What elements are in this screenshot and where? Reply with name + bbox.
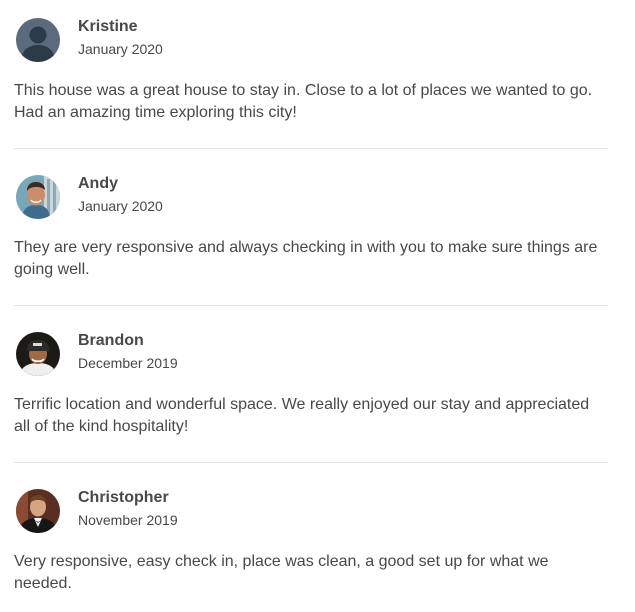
review-divider (14, 305, 608, 306)
user-photo-avatar[interactable] (16, 332, 60, 376)
reviewer-name[interactable]: Andy (78, 174, 118, 194)
review-divider (14, 462, 608, 463)
review-date: January 2020 (78, 41, 163, 57)
review-text: Very responsive, easy check in, place wa… (14, 553, 549, 592)
review-header: Christopher November 2019 (14, 487, 608, 547)
review-item: Brandon December 2019 Terrific location … (14, 330, 608, 435)
review-date: November 2019 (78, 512, 178, 528)
review-header: Andy January 2020 (14, 173, 608, 233)
reviewer-name[interactable]: Kristine (78, 17, 138, 37)
review-divider (14, 148, 608, 149)
review-text: They are very responsive and always chec… (14, 239, 598, 278)
review-date: January 2020 (78, 198, 163, 214)
review-item: Kristine January 2020 This house was a g… (14, 16, 608, 121)
review-item: Christopher November 2019 Very responsiv… (14, 487, 608, 592)
user-photo-avatar[interactable] (16, 489, 60, 533)
review-text: This house was a great house to stay in.… (14, 82, 593, 121)
review-item: Andy January 2020 They are very responsi… (14, 173, 608, 278)
review-header: Brandon December 2019 (14, 330, 608, 390)
reviews-list: Kristine January 2020 This house was a g… (0, 0, 635, 612)
reviewer-name[interactable]: Christopher (78, 488, 169, 508)
reviewer-name[interactable]: Brandon (78, 331, 144, 351)
review-text: Terrific location and wonderful space. W… (14, 396, 590, 435)
review-header: Kristine January 2020 (14, 16, 608, 76)
user-photo-avatar[interactable] (16, 175, 60, 219)
review-date: December 2019 (78, 355, 178, 371)
default-person-avatar-icon[interactable] (16, 18, 60, 62)
